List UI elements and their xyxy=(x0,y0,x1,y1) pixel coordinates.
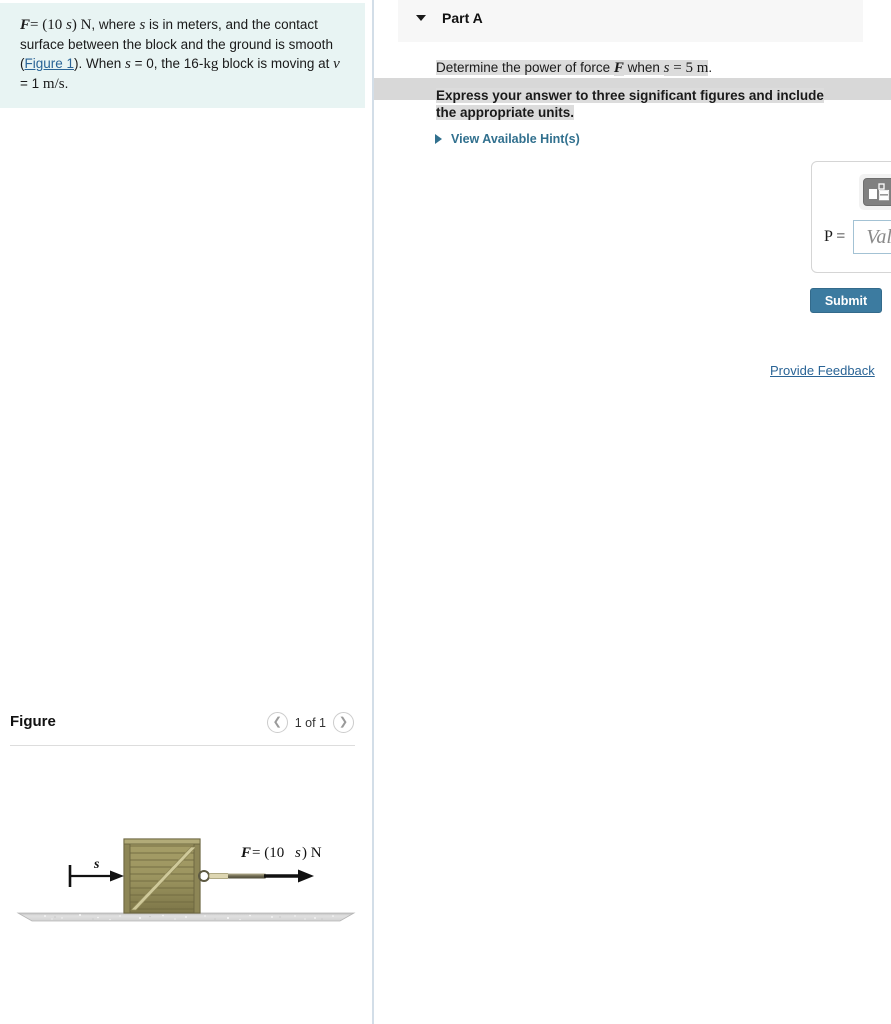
provide-feedback-link[interactable]: Provide Feedback xyxy=(770,363,875,378)
right-panel: Part A Determine the power of force F wh… xyxy=(374,0,891,1024)
svg-text:) N: ) N xyxy=(302,845,322,861)
template-layout-glyph xyxy=(869,183,890,201)
left-panel: F= (10 s) N, where s is in meters, and t… xyxy=(0,0,372,1024)
figure-image: F = (10 s ) N s xyxy=(0,825,372,945)
problem-line1-rest: , where xyxy=(91,17,140,32)
figure-1-link[interactable]: Figure 1 xyxy=(25,56,75,71)
unit-m-per-s: m/s xyxy=(42,76,65,92)
force-equation-tail: ) N xyxy=(71,17,92,33)
problem-line1-end: is in meters, and the contact xyxy=(145,17,318,32)
svg-text:s: s xyxy=(93,857,100,872)
figure-section: Figure ❮ 1 of 1 ❯ F = (10 s) N s xyxy=(0,705,372,922)
problem-line3-eq: = 0, the 16- xyxy=(130,56,204,71)
triangle-right-icon xyxy=(435,134,442,144)
variable-v: v xyxy=(333,56,340,72)
problem-line4-eq: = 1 xyxy=(20,76,43,91)
unit-kg: kg xyxy=(203,56,219,72)
question-unit: m xyxy=(696,60,709,76)
figure-pager-label: 1 of 1 xyxy=(294,715,326,730)
figure-prev-button[interactable]: ❮ xyxy=(266,712,288,733)
answer-variable-label: P = xyxy=(824,228,846,245)
submit-button[interactable]: Submit xyxy=(810,288,882,313)
question-text-pre: Determine the power of force xyxy=(436,60,614,75)
question-value: = 5 xyxy=(669,60,697,76)
figure-title: Figure xyxy=(10,713,56,730)
triangle-down-icon[interactable] xyxy=(416,15,426,21)
problem-statement-box: F= (10 s) N, where s is in meters, and t… xyxy=(0,3,365,108)
answer-toolbar: µÅ xyxy=(859,174,891,210)
value-input[interactable] xyxy=(853,220,891,254)
problem-statement-text: F= (10 s) N, where s is in meters, and t… xyxy=(20,15,347,94)
answer-input-row: P = xyxy=(824,220,891,254)
problem-line3-mid: ). When xyxy=(74,56,126,71)
figure-divider xyxy=(10,745,355,746)
force-symbol: F xyxy=(20,17,31,33)
view-hints-label: View Available Hint(s) xyxy=(451,132,580,146)
svg-text:s: s xyxy=(295,845,301,861)
crate-force-diagram-svg: F = (10 s ) N s xyxy=(16,838,356,922)
figure-header: Figure ❮ 1 of 1 ❯ xyxy=(0,705,372,745)
figure-next-button[interactable]: ❯ xyxy=(333,712,354,733)
question-text-mid: when xyxy=(623,60,664,75)
svg-text:= (10: = (10 xyxy=(252,845,284,861)
problem-line4-period: . xyxy=(64,76,69,91)
problem-line2: surface between the block and the ground… xyxy=(20,37,333,52)
question-period: . xyxy=(708,60,713,75)
template-layout-icon[interactable] xyxy=(863,178,891,206)
answer-entry-panel: µÅ xyxy=(811,161,891,273)
view-hints-link[interactable]: View Available Hint(s) xyxy=(435,132,580,146)
svg-text:F: F xyxy=(240,845,251,861)
part-a-title: Part A xyxy=(442,10,483,26)
question-force-symbol: F xyxy=(613,60,624,76)
problem-line3-end: block is moving at xyxy=(218,56,330,71)
chevron-right-icon: ❯ xyxy=(338,716,349,728)
chevron-left-icon: ❮ xyxy=(272,716,282,728)
instruction-text-inner: Express your answer to three significant… xyxy=(436,88,824,120)
force-equation-part: = (10 xyxy=(30,17,66,33)
instruction-text: Express your answer to three significant… xyxy=(436,87,836,121)
figure-pager: ❮ 1 of 1 ❯ xyxy=(266,712,354,733)
question-text: Determine the power of force F when s = … xyxy=(436,60,712,77)
